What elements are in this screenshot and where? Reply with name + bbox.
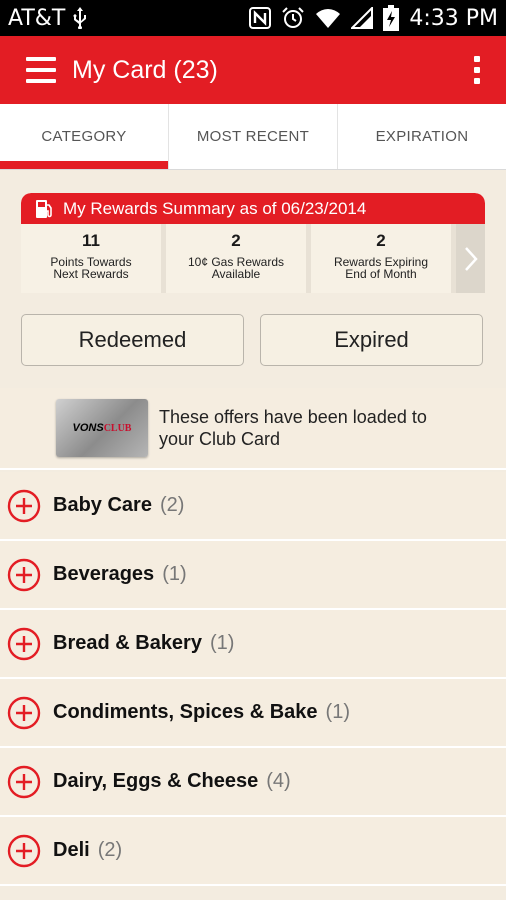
signal-icon xyxy=(351,7,374,29)
stat-label-line: Available xyxy=(211,267,261,281)
category-count: (1) xyxy=(162,563,187,585)
overflow-menu-icon[interactable] xyxy=(468,52,486,88)
fuel-pump-icon xyxy=(36,199,52,218)
expired-button[interactable]: Expired xyxy=(260,314,483,366)
stat-label-line: End of Month xyxy=(345,267,417,281)
category-count: (1) xyxy=(209,632,235,654)
tab-expiration[interactable]: EXPIRATION xyxy=(338,104,506,169)
expand-plus-icon xyxy=(7,696,41,729)
category-name: Beverages xyxy=(53,563,155,585)
rewards-summary-header: My Rewards Summary as of 06/23/2014 xyxy=(21,193,485,224)
category-name: Bread & Bakery xyxy=(53,632,202,654)
page-title: My Card (23) xyxy=(72,55,218,84)
carrier-label: AT&T xyxy=(8,5,66,31)
expand-plus-icon xyxy=(7,834,41,867)
clock-label: 4:33 PM xyxy=(409,5,498,31)
rewards-summary-title: My Rewards Summary as of 06/23/2014 xyxy=(63,198,367,218)
menu-icon[interactable] xyxy=(26,57,56,83)
expand-plus-icon xyxy=(7,765,41,798)
category-row-condiments[interactable]: Condiments, Spices & Bake (1) xyxy=(0,679,506,748)
category-count: (1) xyxy=(325,701,350,723)
card-logo-text: CLUB xyxy=(103,422,132,434)
tab-bar: CATEGORY MOST RECENT EXPIRATION xyxy=(0,104,506,170)
stat-label-line: Next Rewards xyxy=(53,267,129,281)
category-row-bread-bakery[interactable]: Bread & Bakery (1) xyxy=(0,610,506,679)
rewards-next-button[interactable] xyxy=(456,224,485,293)
category-row-baby-care[interactable]: Baby Care (2) xyxy=(0,472,506,541)
expand-plus-icon xyxy=(7,558,41,591)
stat-points: 11 Points Towards Next Rewards xyxy=(21,224,161,293)
stat-label: Rewards Expiring End of Month xyxy=(334,256,428,280)
nfc-icon xyxy=(249,7,272,29)
alarm-icon xyxy=(281,6,305,30)
vons-club-card-logo: VONS CLUB xyxy=(56,399,148,457)
category-name: Baby Care xyxy=(53,494,152,516)
category-row-beverages[interactable]: Beverages (1) xyxy=(0,541,506,610)
expand-plus-icon xyxy=(7,489,41,522)
status-bar: AT&T 4:33 PM xyxy=(0,0,506,36)
card-logo-text: VONS xyxy=(72,422,104,434)
wifi-icon xyxy=(315,7,341,29)
category-list: Baby Care (2) Beverages (1) Bread & Bake… xyxy=(0,472,506,886)
rewards-summary-card: My Rewards Summary as of 06/23/2014 11 P… xyxy=(21,193,485,293)
chevron-right-icon xyxy=(464,246,478,271)
stat-gas-rewards: 2 10¢ Gas Rewards Available xyxy=(166,224,306,293)
category-row-deli[interactable]: Deli (2) xyxy=(0,817,506,886)
tab-most-recent[interactable]: MOST RECENT xyxy=(169,104,338,169)
rewards-stats: 11 Points Towards Next Rewards 2 10¢ Gas… xyxy=(21,224,485,293)
tab-category[interactable]: CATEGORY xyxy=(0,104,169,169)
stat-label: Points Towards Next Rewards xyxy=(50,256,131,280)
app-bar: My Card (23) xyxy=(0,36,506,104)
stat-value: 2 xyxy=(376,231,386,250)
stat-label: 10¢ Gas Rewards Available xyxy=(188,256,284,280)
category-name: Deli xyxy=(53,839,90,861)
stat-expiring: 2 Rewards Expiring End of Month xyxy=(311,224,451,293)
usb-icon xyxy=(73,7,87,29)
banner-message: These offers have been loaded to your Cl… xyxy=(159,407,427,449)
stat-value: 11 xyxy=(82,231,100,250)
club-card-banner: VONS CLUB These offers have been loaded t… xyxy=(0,388,506,470)
battery-charging-icon xyxy=(383,5,400,31)
category-row-dairy[interactable]: Dairy, Eggs & Cheese (4) xyxy=(0,748,506,817)
redeemed-button[interactable]: Redeemed xyxy=(21,314,244,366)
category-count: (2) xyxy=(97,839,123,861)
category-count: (4) xyxy=(266,770,291,792)
expand-plus-icon xyxy=(7,627,41,660)
stat-value: 2 xyxy=(231,231,241,250)
category-name: Condiments, Spices & Bake xyxy=(53,701,318,723)
category-name: Dairy, Eggs & Cheese xyxy=(53,770,259,792)
category-count: (2) xyxy=(159,494,185,516)
